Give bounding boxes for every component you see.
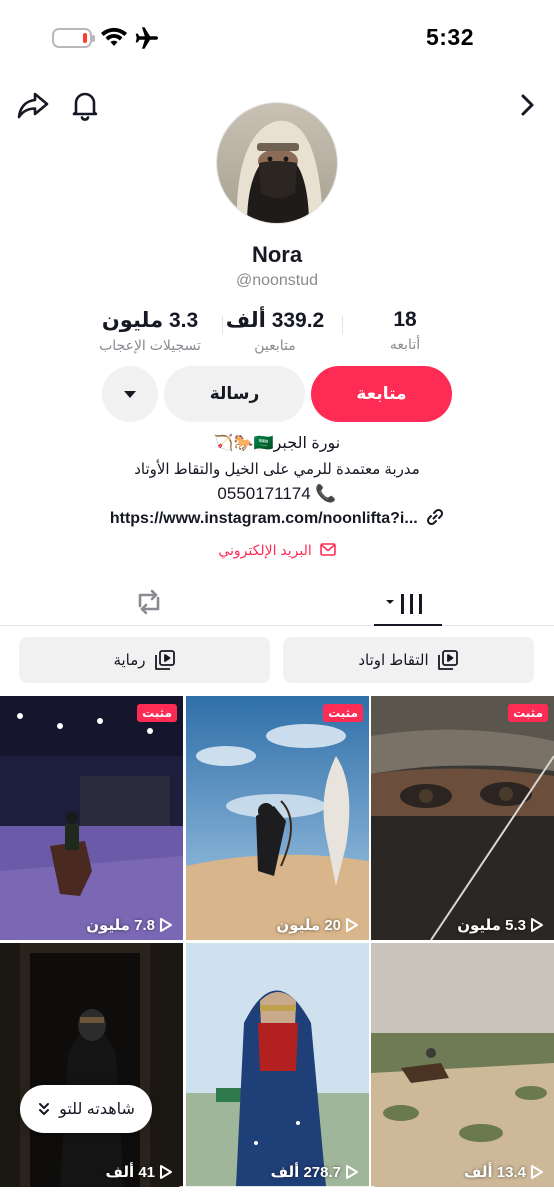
profile-tabs [0,574,554,626]
view-count: 7.8 مليون [86,916,173,934]
email-link[interactable]: البريد الإلكتروني [0,542,554,559]
videos-tab[interactable] [374,582,442,626]
battery-icon [52,28,95,48]
view-count: 41 ألف [106,1163,174,1181]
play-icon [160,1165,172,1179]
display-name: Nora [251,242,303,267]
play-icon [346,918,358,932]
view-count: 13.4 ألف [464,1163,544,1181]
status-bar: 5:32 [0,0,554,74]
followers-count: 339.2 ألف [225,309,325,332]
bio-name-line: نورة الجبر🇸🇦🐎🏹 [213,435,341,452]
play-icon [531,1165,543,1179]
followers-stat[interactable]: 339.2 ألف متابعين [210,308,340,354]
following-count: 18 [393,308,417,331]
playlist-tent-pegging[interactable]: التقاط اوتاد [283,637,534,683]
bell-icon[interactable] [68,88,102,122]
playlist-label: رماية [113,652,146,669]
follow-button[interactable]: متابعة [311,366,452,422]
bio-description: مدربة معتمدة للرمي على الخيل والتقاط الأ… [134,461,420,478]
double-chevron-down-icon [39,1103,50,1115]
playlist-icon [437,650,458,670]
pinned-badge: مثبت [137,704,177,722]
play-icon [531,918,543,932]
share-icon[interactable] [16,88,50,122]
videos-grid-icon [386,594,422,614]
play-icon [160,918,172,932]
video-thumbnail[interactable]: مثبت 5.3 مليون [371,696,554,940]
link-icon [427,508,444,526]
mail-icon [319,543,336,556]
wifi-icon [101,27,127,46]
bio-link[interactable]: https://www.instagram.com/noonlifta?i... [0,508,554,528]
caret-down-icon [124,390,136,398]
avatar[interactable] [216,102,338,224]
bio-phone: 📞 0550171174 [217,484,337,503]
view-count: 5.3 مليون [457,916,544,934]
just-watched-button[interactable]: شاهدته للتو [20,1085,152,1133]
likes-label: تسجيلات الإعجاب [99,337,201,353]
repost-tab-icon[interactable] [128,582,170,622]
stat-divider [342,316,343,334]
bio-link-text: https://www.instagram.com/noonlifta?i... [109,510,418,527]
view-count: 20 مليون [276,916,359,934]
playlist-icon [154,650,175,670]
username: @noonstud [235,272,319,289]
video-thumbnail[interactable]: 41 ألف [0,943,183,1187]
suggested-accounts-button[interactable] [102,366,158,422]
view-count: 278.7 ألف [271,1163,359,1181]
airplane-mode-icon [135,27,158,49]
message-button[interactable]: رسالة [164,366,305,422]
following-stat[interactable]: 18 أتابعه [370,308,440,353]
status-time: 5:32 [425,24,474,50]
email-label: البريد الإلكتروني [218,542,312,558]
video-thumbnail[interactable]: مثبت 20 مليون [186,696,369,940]
video-thumbnail[interactable]: 13.4 ألف [371,943,554,1187]
home-indicator [178,1186,376,1192]
video-thumbnail[interactable]: مثبت 7.8 مليون [0,696,183,940]
likes-stat[interactable]: 3.3 مليون تسجيلات الإعجاب [80,308,220,354]
play-icon [346,1165,358,1179]
pinned-badge: مثبت [508,704,548,722]
playlist-label: التقاط اوتاد [358,652,429,669]
chevron-right-icon[interactable] [512,90,542,120]
just-watched-label: شاهدته للتو [59,1101,135,1118]
playlist-archery[interactable]: رماية [19,637,270,683]
pinned-badge: مثبت [323,704,363,722]
likes-count: 3.3 مليون [101,309,199,332]
following-label: أتابعه [389,336,421,352]
followers-label: متابعين [254,337,296,353]
profile-stats: 3.3 مليون تسجيلات الإعجاب 339.2 ألف متاب… [80,308,474,358]
video-thumbnail[interactable]: 278.7 ألف [186,943,369,1187]
